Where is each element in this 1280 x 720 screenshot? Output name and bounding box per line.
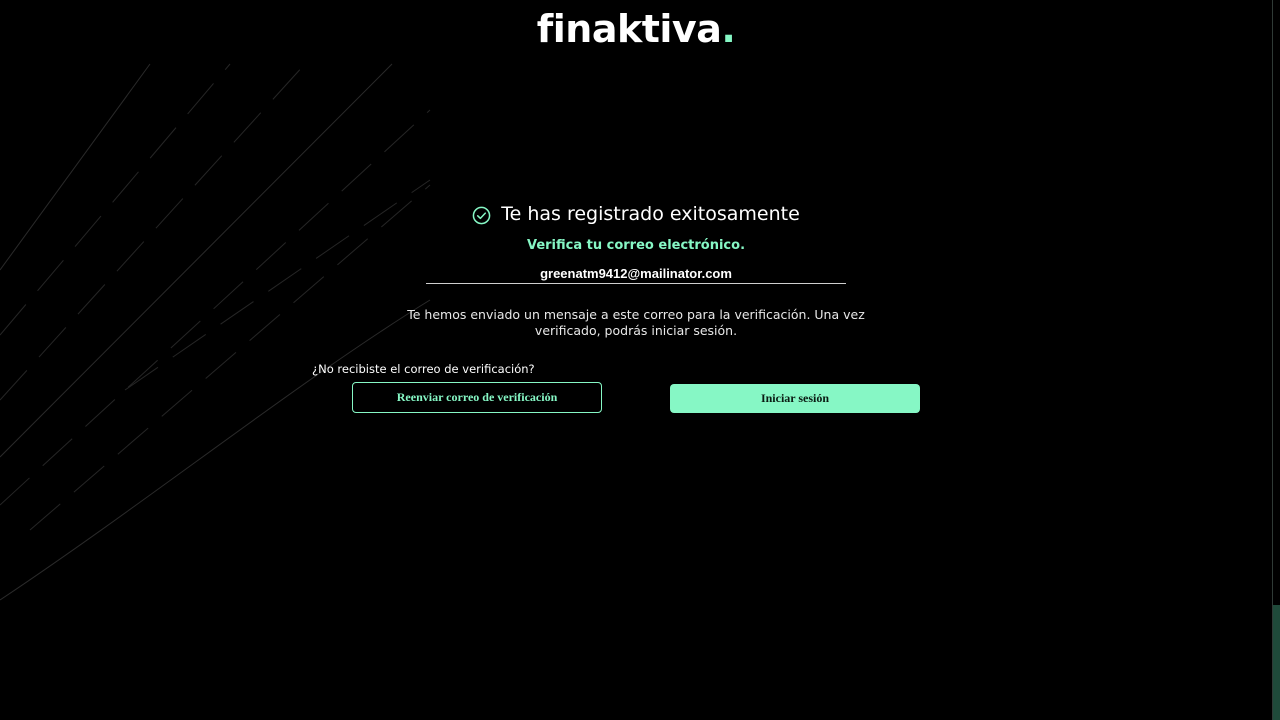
resend-verification-button[interactable]: Reenviar correo de verificación (352, 382, 602, 413)
logo-dot: . (721, 7, 736, 51)
verify-email-subtitle: Verifica tu correo electrónico. (526, 238, 746, 253)
check-circle-icon (472, 206, 491, 224)
success-title: Te has registrado exitosamente (501, 203, 800, 225)
success-title-row: Te has registrado exitosamente (0, 202, 1272, 226)
email-field[interactable] (426, 264, 846, 284)
logo-text: finaktiva (536, 7, 722, 51)
finaktiva-logo: finaktiva. (0, 6, 1272, 52)
background-decorative-lines (0, 63, 431, 601)
scrollbar-thumb[interactable] (1273, 605, 1280, 720)
registration-success-page: finaktiva. Te has registrado exitosament… (0, 0, 1280, 720)
login-button[interactable]: Iniciar sesión (670, 384, 920, 413)
resend-question: ¿No recibiste el correo de verificación? (312, 362, 535, 376)
verification-message: Te hemos enviado un mensaje a este corre… (407, 307, 865, 338)
